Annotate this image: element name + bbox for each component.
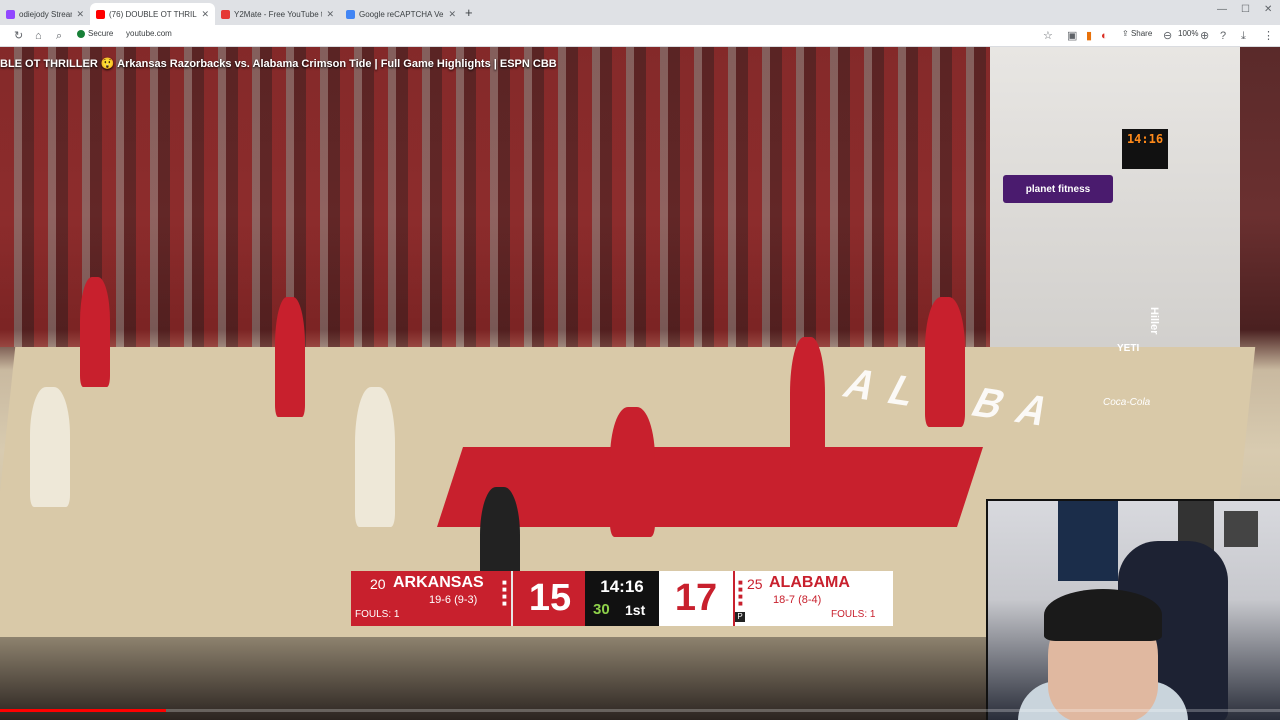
- address-bar[interactable]: youtube.com: [126, 29, 172, 38]
- extension-red-icon[interactable]: ◐: [1101, 28, 1108, 44]
- yeti-sign: YETI: [1117, 343, 1140, 354]
- player-red: [610, 407, 655, 537]
- tab-title: (76) DOUBLE OT THRILLER 😲: [109, 9, 197, 19]
- scoreboard: 20 ARKANSAS 19-6 (9-3) FOULS: 1 ■ ■ ■ ■ 15 …: [351, 571, 893, 626]
- share-button[interactable]: ⇪ Share: [1122, 29, 1152, 38]
- planet-fitness-sign: planet fitness: [1003, 175, 1113, 203]
- away-fouls: FOULS: 1: [355, 609, 400, 620]
- away-rank: 20: [370, 576, 386, 592]
- bookmark-star-icon[interactable]: ☆: [1043, 28, 1053, 44]
- home-record: 18-7 (8-4): [773, 594, 822, 606]
- home-score: 17: [659, 571, 733, 626]
- security-label: Secure: [88, 29, 114, 38]
- share-label: Share: [1130, 29, 1153, 38]
- video-progress-fill: [0, 709, 167, 712]
- away-score: 15: [511, 571, 587, 626]
- away-timeouts-indicator: ■ ■ ■ ■: [502, 578, 507, 608]
- close-tab-icon[interactable]: ✕: [76, 9, 84, 20]
- tab-title: Google reCAPTCHA Verification: [359, 9, 444, 19]
- webcam-overlay: [986, 499, 1280, 720]
- tab-recaptcha[interactable]: Google reCAPTCHA Verification ✕: [340, 3, 462, 25]
- youtube-favicon-icon: [96, 9, 105, 19]
- extension-icon[interactable]: ▣: [1067, 28, 1077, 44]
- extension-orange-icon[interactable]: ▮: [1086, 28, 1092, 44]
- player-white: [355, 387, 395, 527]
- player-red: [790, 337, 825, 477]
- arena-shot-clock: 14:16: [1122, 129, 1168, 169]
- y2mate-favicon-icon: [221, 9, 230, 19]
- menu-icon[interactable]: ⋮: [1263, 28, 1274, 44]
- minimize-icon[interactable]: —: [1217, 4, 1227, 15]
- shot-clock: 30: [593, 601, 610, 618]
- player-red: [80, 277, 110, 387]
- home-fouls: FOULS: 1: [831, 609, 876, 620]
- tab-y2mate[interactable]: Y2Mate - Free YouTube to MP3 ✕: [215, 3, 340, 25]
- tab-title: odiejody Stream - Watch L: [19, 9, 72, 19]
- tab-title: Y2Mate - Free YouTube to MP3: [234, 9, 322, 19]
- hiller-sign: Hiller: [1148, 307, 1160, 335]
- period: 1st: [625, 602, 646, 618]
- shield-icon: [77, 29, 85, 38]
- security-indicator[interactable]: Secure: [77, 29, 113, 38]
- home-rank: 25: [747, 576, 763, 592]
- zoom-level: 100%: [1178, 29, 1199, 38]
- player-red: [275, 297, 305, 417]
- wall-poster: [1224, 511, 1258, 547]
- zoom-out-icon[interactable]: ⊖: [1163, 28, 1172, 44]
- new-tab-button[interactable]: +: [465, 5, 473, 20]
- maximize-icon[interactable]: ☐: [1241, 4, 1250, 15]
- browser-toolbar: ↻ ⌂ ⌕ Secure youtube.com ☆ ▣ ▮ ◐ ⇪ Share…: [0, 25, 1280, 47]
- player-red: [925, 297, 965, 427]
- google-favicon-icon: [346, 9, 355, 19]
- away-team-panel: 20 ARKANSAS 19-6 (9-3) FOULS: 1 ■ ■ ■ ■: [351, 571, 511, 626]
- crowd-background: [0, 47, 1000, 347]
- tab-stream[interactable]: odiejody Stream - Watch L ✕: [0, 3, 90, 25]
- streamer-beanie: [1044, 589, 1162, 641]
- search-icon[interactable]: ⌕: [56, 28, 62, 44]
- away-team-name: ARKANSAS: [393, 574, 484, 591]
- possession-indicator: P: [735, 612, 745, 622]
- tab-strip: odiejody Stream - Watch L ✕ (76) DOUBLE …: [0, 0, 1280, 25]
- court-paint: [437, 447, 983, 527]
- home-team-name: ALABAMA: [769, 574, 850, 591]
- close-window-icon[interactable]: ✕: [1264, 4, 1272, 15]
- coca-cola-sign: Coca-Cola: [1103, 397, 1151, 408]
- home-team-panel: ■ ■ ■ ■ 25 ALABAMA 18-7 (8-4) P FOULS: 1: [733, 571, 893, 626]
- player-white: [30, 387, 70, 507]
- tab-youtube-video[interactable]: (76) DOUBLE OT THRILLER 😲 ✕: [90, 3, 215, 25]
- game-clock-panel: 14:16 30 1st: [585, 571, 659, 626]
- download-icon[interactable]: ⤓: [1241, 28, 1246, 44]
- close-tab-icon[interactable]: ✕: [201, 9, 209, 20]
- home-icon[interactable]: ⌂: [35, 28, 42, 44]
- close-tab-icon[interactable]: ✕: [448, 9, 456, 20]
- away-record: 19-6 (9-3): [429, 594, 478, 606]
- home-timeouts-indicator: ■ ■ ■ ■: [738, 578, 743, 608]
- game-clock: 14:16: [600, 577, 644, 596]
- zoom-in-icon[interactable]: ⊕: [1200, 28, 1209, 44]
- video-title: BLE OT THRILLER 😲 Arkansas Razorbacks vs…: [0, 58, 557, 70]
- close-tab-icon[interactable]: ✕: [326, 9, 334, 20]
- reload-icon[interactable]: ↻: [14, 28, 23, 44]
- help-icon[interactable]: ?: [1220, 28, 1226, 44]
- monitor: [1058, 501, 1118, 581]
- video-progress-bar[interactable]: [0, 709, 1280, 712]
- twitch-favicon-icon: [6, 9, 15, 19]
